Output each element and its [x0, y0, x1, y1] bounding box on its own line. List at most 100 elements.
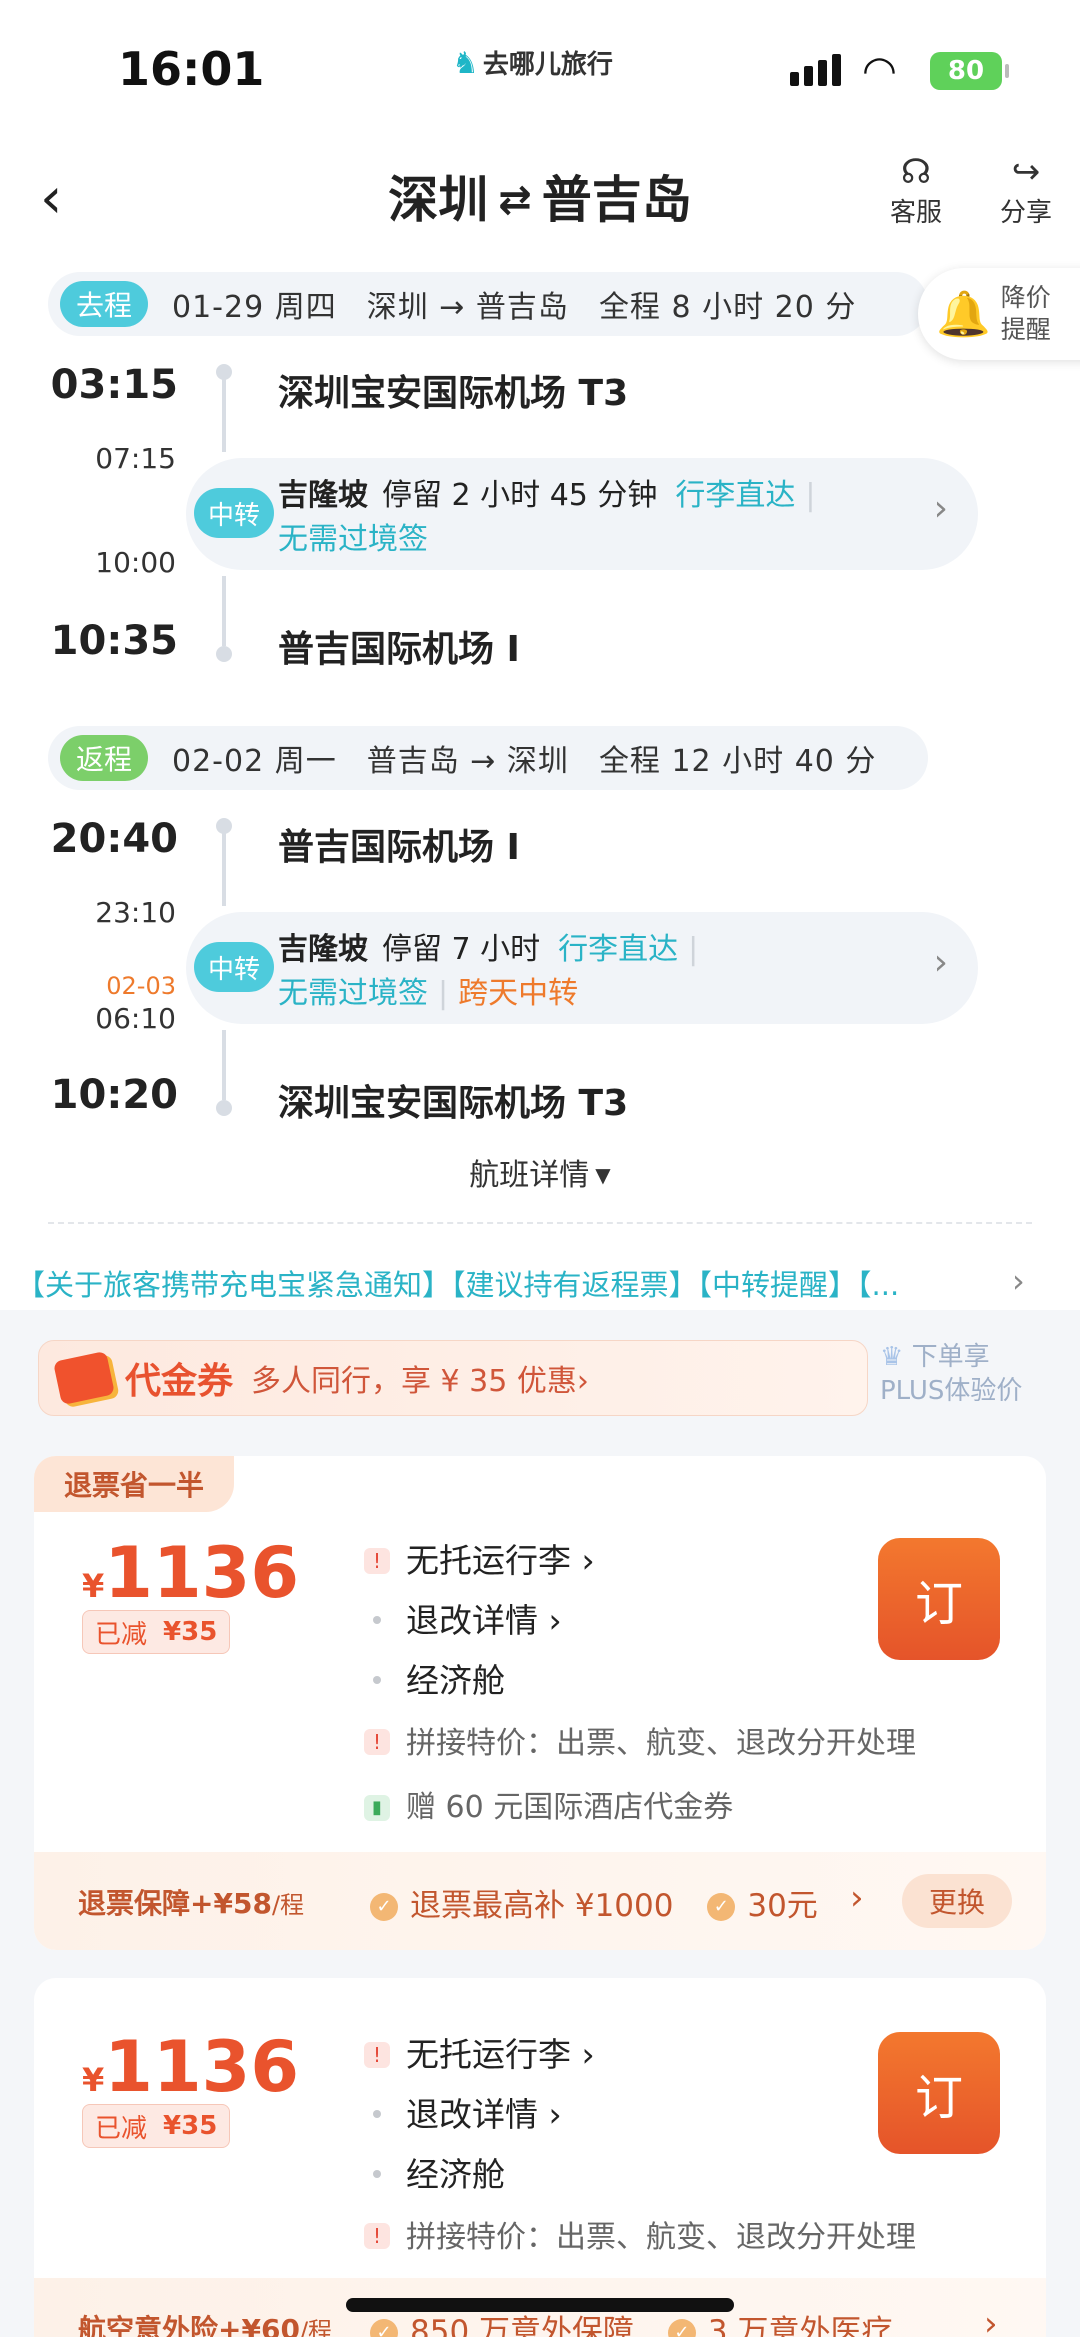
caret-down-icon: ▼: [595, 1163, 611, 1187]
change-insurance-button[interactable]: 更换: [902, 1874, 1012, 1928]
return-header: 返程 02-02 周一 普吉岛 → 深圳 全程 12 小时 40 分: [48, 726, 928, 790]
status-time: 16:01: [118, 42, 265, 96]
bullet-dot: [373, 2170, 381, 2178]
return-transfer-arrive-time: 23:10: [95, 896, 176, 929]
price-alert-line1: 降价: [1000, 283, 1051, 312]
dashed-divider: [48, 1222, 1032, 1224]
chevron-right-icon[interactable]: ›: [984, 2304, 998, 2337]
refund-details-link[interactable]: 退改详情 ›: [364, 2088, 562, 2136]
customer-service-label: 客服: [890, 198, 943, 228]
combo-fare-label: 拼接特价：出票、航变、退改分开处理: [406, 2220, 916, 2255]
reduced-badge: 已减 ¥35: [82, 2104, 231, 2148]
transfer-stay: 停留 7 小时: [382, 932, 541, 967]
plus-note-line1: 下单享: [911, 1342, 990, 1372]
price-alert-label: 降价 提醒: [1001, 282, 1061, 346]
cabin-class-label: 经济舱: [406, 2155, 505, 2194]
app-brand-name: 去哪儿旅行: [482, 50, 613, 80]
crown-icon: ♛: [880, 1342, 904, 1372]
bell-icon: 🔔: [936, 289, 991, 340]
refund-protection-bar[interactable]: 退票保障+¥58/程 ✓ 退票最高补 ¥1000 ✓ 30元 › 更换: [34, 1852, 1046, 1950]
flight-details-toggle[interactable]: 航班详情 ▼: [0, 1150, 1080, 1194]
camel-logo-icon: ♞: [452, 46, 479, 81]
bullet-dot: [373, 1616, 381, 1624]
book-button[interactable]: 订: [878, 2032, 1000, 2154]
outbound-transfer-leave-time: 10:00: [95, 546, 176, 579]
outbound-dep-airport: 深圳宝安国际机场 T3: [278, 373, 629, 414]
chevron-right-icon: ›: [933, 488, 948, 529]
transfer-tag: 中转: [194, 942, 274, 992]
return-tag: 返程: [60, 735, 148, 781]
destination-city: 普吉岛: [541, 171, 692, 229]
status-bar: 16:01 ♞ 去哪儿旅行 ◠ 80: [0, 0, 1080, 130]
return-next-day-date: 02-03: [106, 972, 176, 1000]
warning-icon: !: [364, 2223, 390, 2249]
reduced-amount: ¥35: [163, 2111, 218, 2141]
outbound-tag: 去程: [60, 281, 148, 327]
headset-icon: ☊: [900, 152, 932, 192]
outbound-date: 01-29 周四: [172, 290, 337, 325]
cabin-class: 经济舱: [364, 1654, 505, 1702]
outbound-route: 深圳 → 普吉岛: [366, 290, 569, 325]
baggage-info-link[interactable]: ! 无托运行李 ›: [364, 2028, 595, 2076]
divider: |: [805, 478, 816, 513]
insurance-name: 航空意外险: [78, 2313, 219, 2337]
plus-price-note: ♛ 下单享 PLUS体验价: [880, 1340, 1022, 1408]
share-icon: ↪: [1011, 152, 1041, 192]
swap-arrows-icon: ⇄: [498, 177, 532, 223]
price-alert-button[interactable]: 🔔 降价 提醒: [918, 268, 1080, 360]
check-icon: ✓: [370, 1893, 398, 1921]
baggage-info-link[interactable]: ! 无托运行李 ›: [364, 1534, 595, 1582]
app-brand: ♞ 去哪儿旅行: [452, 44, 613, 81]
share-button[interactable]: ↪ 分享: [1000, 152, 1052, 229]
outbound-transfer-card[interactable]: 中转 吉隆坡 停留 2 小时 45 分钟 行李直达 | 无需过境签 ›: [186, 458, 978, 570]
warning-icon: !: [364, 1729, 390, 1755]
transfer-stay: 停留 2 小时 45 分钟: [382, 478, 658, 513]
return-transfer-leave-time: 06:10: [95, 1002, 176, 1035]
transfer-info-line: 吉隆坡 停留 2 小时 45 分钟 行李直达 |: [278, 470, 826, 514]
chevron-right-icon: ›: [933, 942, 948, 983]
chevron-right-icon[interactable]: ›: [1012, 1262, 1025, 1300]
return-duration: 全程 12 小时 40 分: [598, 744, 877, 779]
price-value: 1136: [104, 2026, 300, 2108]
book-button[interactable]: 订: [878, 1538, 1000, 1660]
warning-icon: !: [364, 2042, 390, 2068]
insurance-item-2: 3 万意外医疗: [707, 2314, 893, 2337]
wifi-icon: ◠: [862, 48, 897, 94]
return-arr-airport: 深圳宝安国际机场 T3: [278, 1083, 629, 1124]
return-route: 普吉岛 → 深圳: [366, 744, 569, 779]
chevron-right-icon[interactable]: ›: [850, 1878, 864, 1918]
bullet-dot: [373, 2110, 381, 2118]
currency-symbol: ¥: [82, 1567, 105, 1605]
return-transfer-card[interactable]: 中转 吉隆坡 停留 7 小时 行李直达 | 无需过境签 | 跨天中转 ›: [186, 912, 978, 1024]
reduced-badge: 已减 ¥35: [82, 1610, 231, 1654]
bullet-dot: [373, 1676, 381, 1684]
coupon-banner[interactable]: 代金券 多人同行，享 ¥ 35 优惠›: [38, 1340, 868, 1416]
return-dep-airport: 普吉国际机场 I: [278, 827, 520, 868]
cellular-signal-icon: [790, 54, 841, 86]
refund-details-link[interactable]: 退改详情 ›: [364, 1594, 562, 1642]
refund-details-label: 退改详情 ›: [406, 2095, 562, 2134]
timeline-line: [222, 372, 226, 452]
transfer-info-line: 吉隆坡 停留 7 小时 行李直达 |: [278, 924, 708, 968]
currency-symbol: ¥: [82, 2061, 105, 2099]
customer-service-button[interactable]: ☊ 客服: [890, 152, 942, 229]
transfer-city: 吉隆坡: [278, 478, 368, 513]
transfer-visa: 无需过境签: [278, 522, 428, 557]
reduced-label: 已减: [95, 2113, 148, 2144]
price-value: 1136: [104, 1532, 300, 1614]
transfer-tag: 中转: [194, 488, 274, 538]
offer-price: ¥1136: [82, 1532, 299, 1614]
timeline-line: [222, 1030, 226, 1100]
insurance-title: 航空意外险+¥60/程: [78, 2308, 332, 2337]
divider: |: [688, 932, 699, 967]
insurance-unit: /程: [271, 1891, 305, 1919]
notice-banner[interactable]: 【关于旅客携带充电宝紧急通知】【建议持有返程票】【中转提醒】【...: [16, 1262, 1016, 1304]
coupon-ticket-icon: [53, 1350, 115, 1406]
outbound-summary: 01-29 周四 深圳 → 普吉岛 全程 8 小时 20 分: [172, 282, 886, 326]
overnight-transfer: 跨天中转: [458, 976, 579, 1011]
luggage-through: 行李直达: [675, 478, 796, 513]
insurance-name: 退票保障: [78, 1887, 191, 1920]
insurance-title: 退票保障+¥58/程: [78, 1882, 304, 1922]
cabin-class: 经济舱: [364, 2148, 505, 2196]
return-date: 02-02 周一: [172, 744, 337, 779]
